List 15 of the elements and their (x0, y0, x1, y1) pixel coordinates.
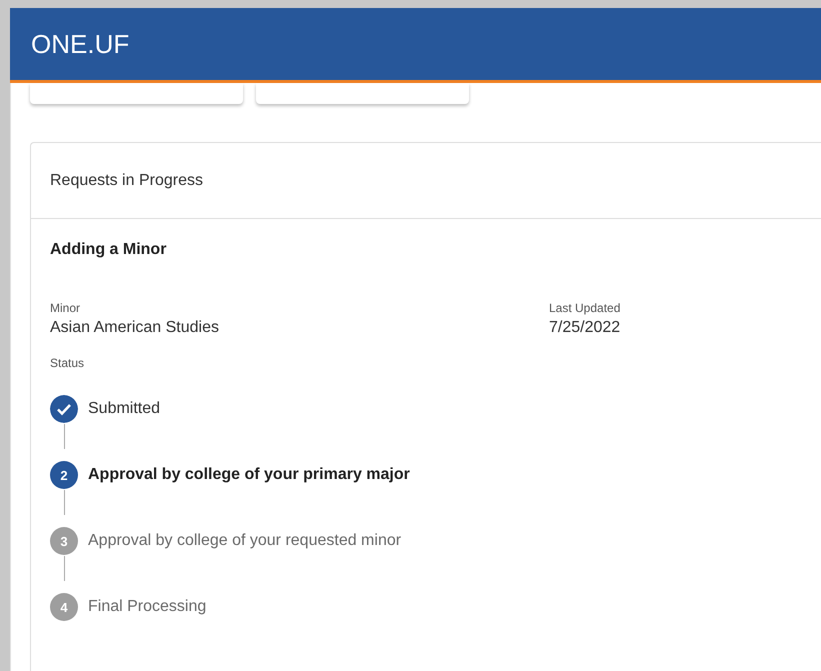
status-label: Status (50, 356, 86, 370)
step-label: Final Processing (88, 597, 206, 617)
step-label: Approval by college of your primary major (88, 465, 410, 485)
step-number: 3 (50, 527, 78, 555)
request-title: Adding a Minor (50, 241, 168, 259)
step-number: 2 (50, 461, 78, 489)
field-label: Last Updated (549, 301, 622, 315)
step-label: Approval by college of your requested minor (88, 531, 402, 551)
field-value: Asian American Studies (50, 319, 220, 337)
step-label: Submitted (88, 399, 160, 419)
card-title: Requests in Progress (50, 172, 203, 190)
logo[interactable]: ONE.UF (31, 28, 130, 60)
field-value: 7/25/2022 (549, 319, 622, 337)
field-label: Minor (50, 301, 82, 315)
step-number: 4 (50, 593, 78, 621)
